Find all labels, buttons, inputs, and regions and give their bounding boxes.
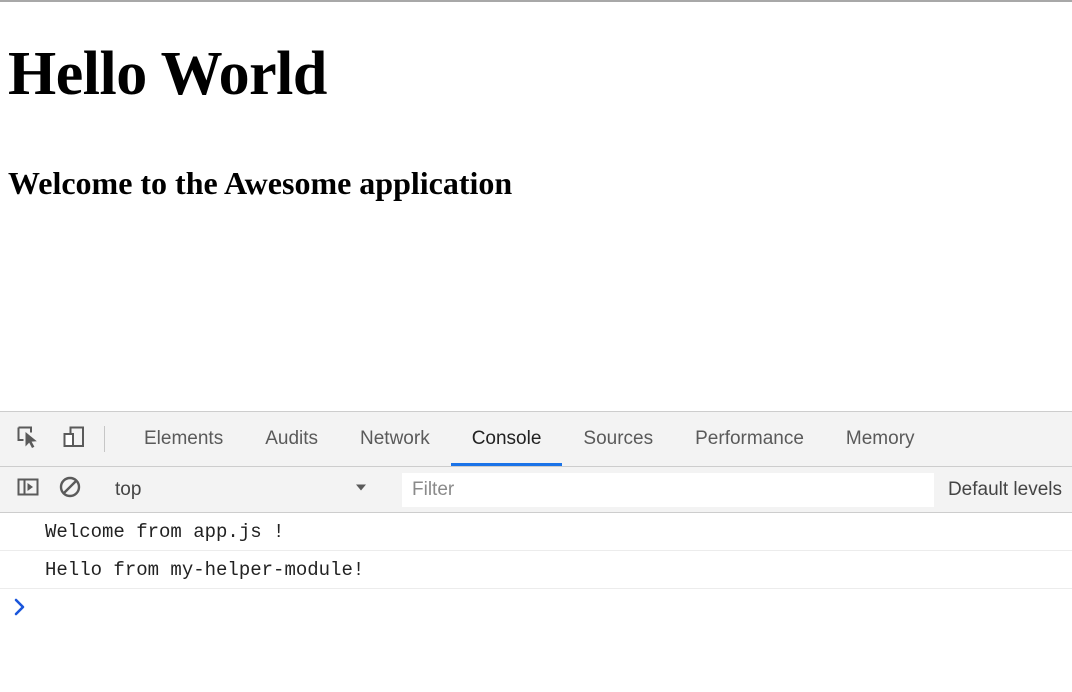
console-prompt-input[interactable] xyxy=(37,596,1072,622)
console-sidebar-toggle-button[interactable] xyxy=(8,475,48,504)
tab-label: Console xyxy=(471,428,542,449)
console-message-text: Welcome from app.js ! xyxy=(45,520,285,543)
tab-label: Performance xyxy=(695,428,804,449)
console-context-selector[interactable]: top xyxy=(111,467,381,512)
browser-viewport: Hello World Welcome to the Awesome appli… xyxy=(0,0,1072,411)
console-toolbar: top Default levels xyxy=(0,467,1072,513)
tab-label: Sources xyxy=(583,428,654,449)
console-context-label: top xyxy=(115,478,142,500)
console-message-row[interactable]: Hello from my-helper-module! xyxy=(0,551,1072,589)
tab-sources[interactable]: Sources xyxy=(562,412,674,466)
tab-label: Elements xyxy=(144,428,224,449)
tab-performance[interactable]: Performance xyxy=(674,412,825,466)
toggle-device-toolbar-button[interactable] xyxy=(54,412,94,466)
chevron-down-icon xyxy=(353,479,369,500)
clear-console-button[interactable] xyxy=(50,475,90,504)
device-toolbar-icon xyxy=(61,424,87,455)
console-message-list[interactable]: Welcome from app.js ! Hello from my-help… xyxy=(0,513,1072,692)
console-message-text: Hello from my-helper-module! xyxy=(45,558,365,581)
prompt-chevron-icon xyxy=(13,598,27,621)
console-message-row[interactable]: Welcome from app.js ! xyxy=(0,513,1072,551)
console-sidebar-toggle-icon xyxy=(16,475,40,504)
tab-label: Memory xyxy=(845,428,915,449)
page-content: Hello World Welcome to the Awesome appli… xyxy=(0,43,1072,199)
console-filter-input[interactable] xyxy=(402,472,934,507)
devtools-tabbar: Elements Audits Network Console Sources … xyxy=(0,412,1072,467)
page-heading-main: Hello World xyxy=(8,40,327,108)
console-log-levels-selector[interactable]: Default levels xyxy=(934,479,1072,501)
console-prompt[interactable] xyxy=(0,589,1072,629)
console-log-levels-label: Default levels xyxy=(947,478,1062,500)
tab-label: Audits xyxy=(265,428,319,449)
page-heading-sub: Welcome to the Awesome application xyxy=(8,165,513,201)
tab-console[interactable]: Console xyxy=(450,412,563,466)
tab-audits[interactable]: Audits xyxy=(244,412,339,466)
tab-label: Network xyxy=(360,428,430,449)
devtools-tab-list: Elements Audits Network Console Sources … xyxy=(123,412,1072,466)
clear-console-icon xyxy=(58,475,82,504)
tab-network[interactable]: Network xyxy=(339,412,451,466)
inspect-element-icon xyxy=(15,424,41,455)
tab-elements[interactable]: Elements xyxy=(123,412,244,466)
tab-memory[interactable]: Memory xyxy=(825,412,936,466)
inspect-element-button[interactable] xyxy=(8,412,48,466)
devtools-panel: Elements Audits Network Console Sources … xyxy=(0,411,1072,692)
toolbar-divider xyxy=(104,426,105,452)
